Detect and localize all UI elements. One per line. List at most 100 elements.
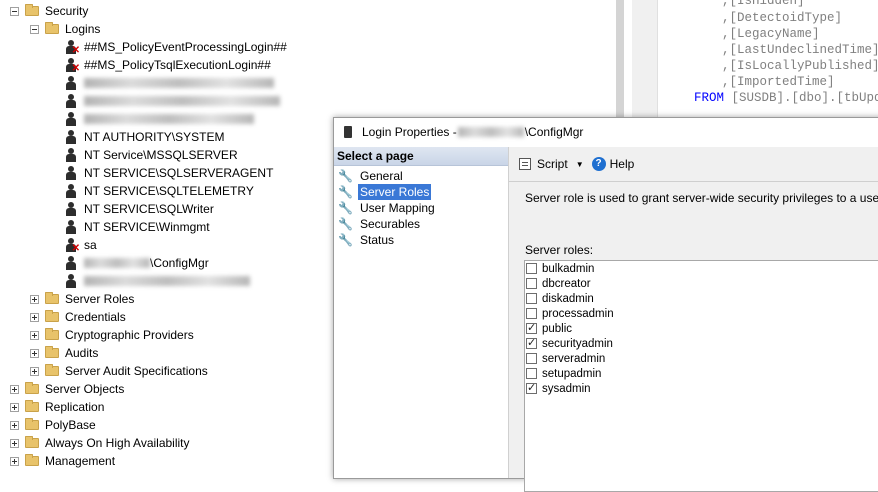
role-checkbox[interactable] bbox=[526, 336, 537, 349]
role-item[interactable]: serveradmin bbox=[525, 351, 878, 366]
redacted-text bbox=[457, 127, 524, 137]
role-checkbox[interactable] bbox=[526, 308, 537, 319]
expand-icon[interactable] bbox=[10, 438, 19, 448]
tree-node-credentials[interactable]: Credentials bbox=[30, 308, 126, 326]
tree-node-label: Replication bbox=[45, 400, 105, 414]
page-server-roles[interactable]: 🔧 Server Roles bbox=[334, 184, 508, 200]
tree-node-label: Management bbox=[45, 454, 116, 468]
expand-icon[interactable] bbox=[30, 330, 39, 340]
tree-node-replication[interactable]: Replication bbox=[10, 398, 104, 416]
page-status[interactable]: 🔧 Status bbox=[334, 232, 508, 248]
help-button[interactable]: Help bbox=[610, 157, 635, 171]
tree-node-label: PolyBase bbox=[45, 418, 96, 432]
tree-node-always-on[interactable]: Always On High Availability bbox=[10, 434, 190, 452]
redacted-text bbox=[84, 114, 254, 124]
login-item-redacted[interactable] bbox=[64, 110, 254, 128]
role-item[interactable]: dbcreator bbox=[525, 276, 878, 291]
role-checkbox[interactable] bbox=[526, 368, 537, 379]
login-item[interactable]: ✕ ##MS_PolicyTsqlExecutionLogin## bbox=[64, 56, 271, 74]
login-item[interactable]: ✕ sa bbox=[64, 236, 97, 254]
login-item-configmgr[interactable]: \ConfigMgr bbox=[64, 254, 209, 272]
tree-node-server-roles[interactable]: Server Roles bbox=[30, 290, 134, 308]
query-editor[interactable]: ,[IsHidden] ,[DetectoidType] ,[LegacyNam… bbox=[616, 0, 878, 117]
role-checkbox[interactable] bbox=[526, 381, 537, 394]
login-icon bbox=[64, 112, 78, 126]
tree-node-security[interactable]: Security bbox=[10, 2, 88, 20]
expand-icon[interactable] bbox=[10, 402, 19, 412]
role-item[interactable]: diskadmin bbox=[525, 291, 878, 306]
tree-node-management[interactable]: Management bbox=[10, 452, 115, 470]
expand-icon[interactable] bbox=[10, 384, 19, 394]
code-line: ,[LastUndeclinedTime] bbox=[722, 43, 878, 57]
login-item-redacted[interactable] bbox=[64, 272, 250, 290]
wrench-icon: 🔧 bbox=[338, 169, 353, 183]
role-label: processadmin bbox=[542, 307, 614, 320]
tree-node-cryptographic-providers[interactable]: Cryptographic Providers bbox=[30, 326, 194, 344]
help-icon[interactable]: ? bbox=[591, 157, 606, 171]
redacted-text bbox=[84, 78, 274, 88]
role-checkbox[interactable] bbox=[526, 353, 537, 364]
role-item[interactable]: securityadmin bbox=[525, 336, 878, 351]
tree-node-label: Server Audit Specifications bbox=[65, 364, 208, 378]
chevron-down-icon[interactable]: ▼ bbox=[576, 160, 584, 169]
wrench-icon: 🔧 bbox=[338, 233, 353, 247]
wrench-icon: 🔧 bbox=[338, 201, 353, 215]
collapse-icon[interactable] bbox=[10, 6, 19, 16]
role-label: bulkadmin bbox=[542, 262, 595, 275]
script-icon[interactable] bbox=[519, 158, 531, 170]
expand-icon[interactable] bbox=[10, 420, 19, 430]
role-item[interactable]: bulkadmin bbox=[525, 261, 878, 276]
role-checkbox[interactable] bbox=[526, 293, 537, 304]
folder-icon bbox=[45, 22, 59, 34]
select-page-header: Select a page bbox=[334, 147, 508, 166]
role-item[interactable]: setupadmin bbox=[525, 366, 878, 381]
expand-icon[interactable] bbox=[10, 456, 19, 466]
dialog-toolbar: Script ▼ ? Help bbox=[509, 147, 878, 182]
login-item-redacted[interactable] bbox=[64, 74, 274, 92]
expand-icon[interactable] bbox=[30, 348, 39, 358]
login-item-redacted[interactable] bbox=[64, 92, 280, 110]
role-checkbox[interactable] bbox=[526, 278, 537, 289]
login-item[interactable]: NT SERVICE\Winmgmt bbox=[64, 218, 210, 236]
login-item[interactable]: NT AUTHORITY\SYSTEM bbox=[64, 128, 224, 146]
redacted-text bbox=[84, 258, 150, 268]
page-user-mapping[interactable]: 🔧 User Mapping bbox=[334, 200, 508, 216]
tree-node-audits[interactable]: Audits bbox=[30, 344, 98, 362]
tree-node-server-objects[interactable]: Server Objects bbox=[10, 380, 124, 398]
splitter[interactable] bbox=[616, 0, 624, 117]
server-roles-panel: Script ▼ ? Help Server role is used to g… bbox=[509, 147, 878, 492]
role-checkbox[interactable] bbox=[526, 321, 537, 334]
collapse-icon[interactable] bbox=[30, 24, 39, 34]
redacted-text bbox=[84, 96, 280, 106]
login-label: NT SERVICE\SQLTELEMETRY bbox=[84, 184, 254, 198]
role-item[interactable]: processadmin bbox=[525, 306, 878, 321]
role-item[interactable]: sysadmin bbox=[525, 381, 878, 396]
page-general[interactable]: 🔧 General bbox=[334, 168, 508, 184]
login-item[interactable]: NT Service\MSSQLSERVER bbox=[64, 146, 238, 164]
role-checkbox[interactable] bbox=[526, 263, 537, 274]
page-label: General bbox=[360, 169, 403, 183]
login-item[interactable]: NT SERVICE\SQLSERVERAGENT bbox=[64, 164, 273, 182]
login-item[interactable]: NT SERVICE\SQLTELEMETRY bbox=[64, 182, 254, 200]
role-item[interactable]: public bbox=[525, 321, 878, 336]
code-line: ,[IsHidden] bbox=[722, 0, 805, 8]
tree-node-server-audit-specifications[interactable]: Server Audit Specifications bbox=[30, 362, 208, 380]
login-item[interactable]: ✕ ##MS_PolicyEventProcessingLogin## bbox=[64, 38, 287, 56]
window-icon bbox=[344, 126, 352, 138]
script-button[interactable]: Script bbox=[537, 157, 568, 171]
tree-node-label: Logins bbox=[65, 22, 101, 36]
tree-node-logins[interactable]: Logins bbox=[30, 20, 100, 38]
role-label: sysadmin bbox=[542, 382, 591, 395]
expand-icon[interactable] bbox=[30, 366, 39, 376]
page-label: User Mapping bbox=[360, 201, 435, 215]
dialog-title-bar[interactable]: Login Properties - \ConfigMgr bbox=[334, 118, 878, 146]
expand-icon[interactable] bbox=[30, 312, 39, 322]
expand-icon[interactable] bbox=[30, 294, 39, 304]
login-icon bbox=[64, 220, 78, 234]
tree-node-label: Always On High Availability bbox=[45, 436, 190, 450]
tree-node-label: Server Roles bbox=[65, 292, 135, 306]
page-securables[interactable]: 🔧 Securables bbox=[334, 216, 508, 232]
tree-node-label: Cryptographic Providers bbox=[65, 328, 194, 342]
tree-node-polybase[interactable]: PolyBase bbox=[10, 416, 96, 434]
login-item[interactable]: NT SERVICE\SQLWriter bbox=[64, 200, 214, 218]
